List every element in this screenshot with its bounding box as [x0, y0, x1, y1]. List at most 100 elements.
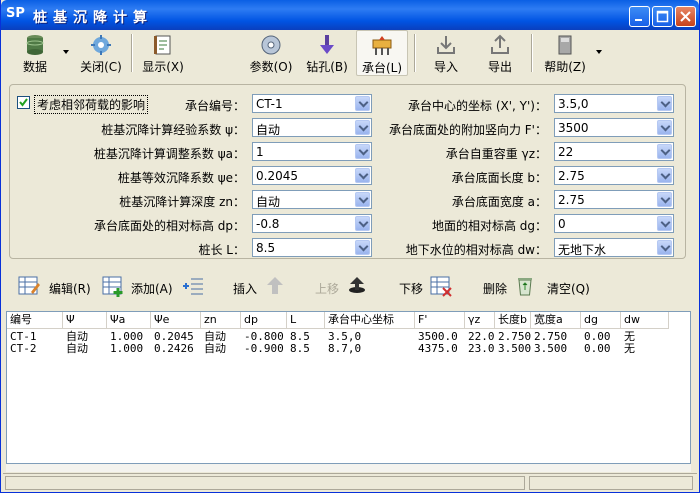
pile-length-label: 桩长 L：	[198, 243, 245, 257]
import-button[interactable]: 导入	[421, 30, 471, 76]
drill-arrow-icon	[320, 35, 334, 54]
close-button[interactable]: 关闭(C)	[75, 30, 127, 76]
chevron-down-icon[interactable]	[355, 192, 370, 207]
database-icon	[26, 35, 44, 55]
psi-a-label: 桩基沉降计算调整系数 ψa：	[93, 147, 245, 161]
insert-icon-button[interactable]	[181, 270, 209, 302]
cap-center-combo[interactable]: 3.5,0	[554, 94, 674, 113]
table-cell: 3.500	[534, 342, 568, 355]
horizontal-scrollbar[interactable]	[6, 464, 691, 472]
cap-id-combo[interactable]: CT-1	[252, 94, 372, 113]
help-book-icon	[558, 35, 572, 55]
column-header[interactable]: L	[287, 312, 325, 329]
status-pane-main	[5, 476, 525, 490]
column-header[interactable]: zn	[201, 312, 241, 329]
table-cell: 8.5	[290, 342, 310, 355]
cap-width-combo[interactable]: 2.75	[554, 190, 674, 209]
vertical-force-label: 承台底面处的附加竖向力 F'：	[388, 123, 547, 137]
export-button[interactable]: 导出	[475, 30, 525, 76]
chevron-down-icon[interactable]	[355, 168, 370, 183]
ground-elevation-label: 地面的相对标高 dg：	[431, 219, 547, 233]
toolbar: 数据 关闭(C) 显示(X) 参数(O) 钻孔(B) 承台(L) 导入 导出 帮…	[5, 30, 697, 78]
psi-combo[interactable]: 自动	[252, 118, 372, 137]
data-button[interactable]: 数据	[11, 30, 59, 76]
minimize-button[interactable]	[629, 6, 650, 27]
column-header[interactable]: γz	[465, 312, 495, 329]
close-icon	[680, 11, 691, 22]
chevron-down-icon[interactable]	[355, 240, 370, 255]
table-cell: 23.0	[468, 342, 495, 355]
zn-label: 桩基沉降计算深度 zn：	[119, 195, 245, 209]
pile-cap-icon	[372, 36, 392, 55]
chevron-down-icon[interactable]	[355, 96, 370, 111]
consider-adjacent-checkbox[interactable]	[17, 96, 30, 109]
chevron-down-icon[interactable]	[355, 120, 370, 135]
table-cell: 自动	[204, 342, 226, 355]
delete-button[interactable]: 删除	[479, 270, 543, 302]
display-button[interactable]: 显示(X)	[137, 30, 189, 76]
cap-width-label: 承台底面宽度 a：	[451, 195, 547, 209]
zn-combo[interactable]: 自动	[252, 190, 372, 209]
cap-length-label: 承台底面长度 b：	[451, 171, 547, 185]
help-button[interactable]: 帮助(Z)	[537, 30, 593, 76]
chevron-down-icon[interactable]	[657, 120, 672, 135]
chevron-down-icon[interactable]	[657, 144, 672, 159]
chevron-down-icon[interactable]	[657, 216, 672, 231]
drill-button[interactable]: 钻孔(B)	[301, 30, 353, 76]
close-window-button[interactable]	[675, 6, 696, 27]
move-down-button[interactable]: 下移	[395, 270, 459, 302]
chevron-down-icon[interactable]	[355, 144, 370, 159]
document-icon	[154, 35, 171, 55]
recycle-bin-icon	[518, 278, 532, 296]
checkmark-icon	[19, 98, 28, 107]
chevron-down-icon[interactable]	[657, 168, 672, 183]
title-bar[interactable]: SP 桩基沉降计算	[1, 0, 699, 30]
table-cell: 无	[624, 342, 635, 355]
unit-weight-combo[interactable]: 22	[554, 142, 674, 161]
help-dropdown-arrow[interactable]	[596, 50, 602, 54]
column-header[interactable]: dp	[241, 312, 287, 329]
edit-button[interactable]: 编辑(R)	[17, 270, 101, 302]
column-header[interactable]: 承台中心坐标	[325, 312, 415, 329]
chevron-down-icon[interactable]	[657, 96, 672, 111]
column-header[interactable]: 宽度a	[531, 312, 581, 329]
chevron-down-icon[interactable]	[657, 192, 672, 207]
params-button[interactable]: 参数(O)	[245, 30, 297, 76]
cap-button[interactable]: 承台(L)	[356, 30, 408, 76]
psi-e-combo[interactable]: 0.2045	[252, 166, 372, 185]
column-header[interactable]: Ψ	[63, 312, 107, 329]
import-icon	[437, 36, 455, 54]
column-header[interactable]: dw	[621, 312, 669, 329]
clear-button[interactable]: 清空(Q)	[545, 270, 609, 302]
column-header[interactable]: 编号	[7, 312, 63, 329]
insert-button[interactable]: 插入	[229, 270, 293, 302]
cap-center-label: 承台中心的坐标 (X', Y')：	[408, 99, 547, 113]
column-header[interactable]: dg	[581, 312, 621, 329]
column-header[interactable]: Ψe	[151, 312, 201, 329]
caps-table[interactable]: 编号 Ψ Ψa Ψe zn dp L 承台中心坐标 F' γz 长度b 宽度a dg dw CT-1 自动 1…	[6, 311, 691, 464]
add-button[interactable]: 添加(A)	[101, 270, 181, 302]
pile-length-combo[interactable]: 8.5	[252, 238, 372, 257]
chevron-down-icon[interactable]	[657, 240, 672, 255]
psi-a-combo[interactable]: 1	[252, 142, 372, 161]
chevron-down-icon[interactable]	[355, 216, 370, 231]
maximize-button[interactable]	[652, 6, 673, 27]
dp-combo[interactable]: -0.8	[252, 214, 372, 233]
data-dropdown-arrow[interactable]	[63, 50, 69, 54]
column-header[interactable]: 长度b	[495, 312, 531, 329]
water-level-combo[interactable]: 无地下水	[554, 238, 674, 257]
column-header[interactable]: Ψa	[107, 312, 151, 329]
ground-elevation-combo[interactable]: 0	[554, 214, 674, 233]
cap-length-combo[interactable]: 2.75	[554, 166, 674, 185]
add-row-icon	[102, 276, 123, 297]
vertical-force-combo[interactable]: 3500	[554, 118, 674, 137]
app-logo: SP	[6, 6, 25, 21]
window-title: 桩基沉降计算	[33, 10, 153, 26]
table-row[interactable]: CT-2 自动 1.000 0.2426 自动 -0.900 8.5 8.7,0 4375.0 2…	[7, 342, 669, 355]
status-bar	[3, 473, 697, 491]
consider-adjacent-label[interactable]: 考虑相邻荷载的影响	[34, 95, 149, 114]
water-level-label: 地下水位的相对标高 dw：	[405, 243, 547, 257]
column-header[interactable]: F'	[415, 312, 465, 329]
move-up-button[interactable]: 上移	[311, 270, 375, 302]
status-pane-secondary	[529, 476, 693, 490]
